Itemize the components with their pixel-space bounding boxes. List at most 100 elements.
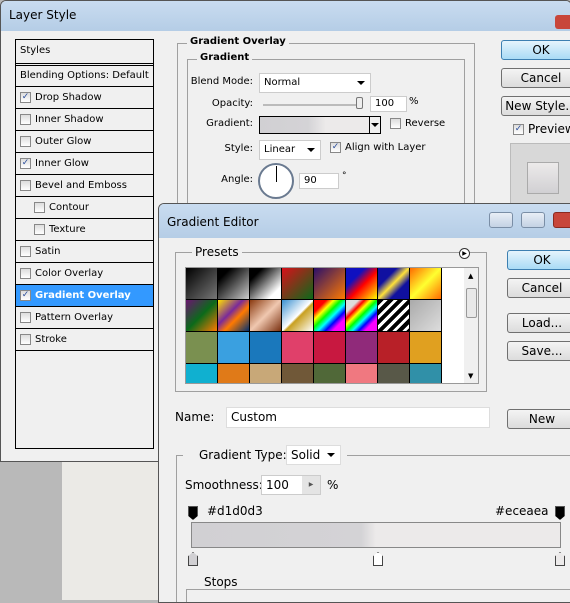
preset-swatch[interactable] <box>314 268 346 300</box>
preset-swatch[interactable] <box>186 268 218 300</box>
checkbox[interactable] <box>20 114 31 125</box>
preset-swatch[interactable] <box>186 300 218 332</box>
reverse-checkbox[interactable]: Reverse <box>390 118 445 129</box>
checkbox[interactable] <box>34 202 45 213</box>
maximize-button[interactable] <box>521 212 545 228</box>
styles-header[interactable]: Styles <box>20 45 50 56</box>
style-value: Linear <box>264 144 296 155</box>
preset-swatch[interactable] <box>218 332 250 364</box>
style-item-label: Texture <box>49 224 86 235</box>
preset-swatch[interactable] <box>250 268 282 300</box>
presets-menu-icon[interactable]: ▶ <box>459 248 470 259</box>
preset-swatch[interactable] <box>218 300 250 332</box>
style-item-label: Contour <box>49 202 89 213</box>
gradient-picker[interactable] <box>259 116 381 134</box>
preset-swatch[interactable] <box>218 268 250 300</box>
style-item-stroke[interactable]: Stroke <box>16 328 153 350</box>
preset-swatch[interactable] <box>250 300 282 332</box>
preset-swatch[interactable] <box>410 332 442 364</box>
style-item-outer-glow[interactable]: Outer Glow <box>16 130 153 152</box>
style-item-texture[interactable]: Texture <box>16 218 153 240</box>
checkbox[interactable]: ✓ <box>20 290 31 301</box>
ok-button[interactable]: OK <box>507 250 570 270</box>
preset-swatch[interactable] <box>378 364 410 383</box>
preset-swatch[interactable] <box>378 268 410 300</box>
minimize-button[interactable] <box>489 212 513 228</box>
style-item-inner-shadow[interactable]: Inner Shadow <box>16 108 153 130</box>
smoothness-input[interactable]: 100 ▶ <box>261 475 321 495</box>
preset-swatch[interactable] <box>282 300 314 332</box>
opacity-unit: % <box>409 96 419 107</box>
save-button[interactable]: Save... <box>507 341 570 361</box>
checkbox[interactable] <box>34 224 45 235</box>
preset-swatch[interactable] <box>282 332 314 364</box>
preset-swatch[interactable] <box>346 268 378 300</box>
style-item-contour[interactable]: Contour <box>16 196 153 218</box>
angle-unit: ° <box>342 171 347 181</box>
angle-dial[interactable] <box>258 163 294 199</box>
preset-swatch[interactable] <box>346 300 378 332</box>
blending-options[interactable]: Blending Options: Default <box>20 70 149 81</box>
load-button[interactable]: Load... <box>507 313 570 333</box>
checkbox[interactable] <box>20 334 31 345</box>
preset-swatch[interactable] <box>314 332 346 364</box>
presets-scrollbar[interactable]: ▲ ▼ <box>464 268 478 383</box>
reverse-label: Reverse <box>405 118 446 129</box>
style-item-pattern-overlay[interactable]: Pattern Overlay <box>16 306 153 328</box>
styles-list: Styles Blending Options: Default ✓ Drop S… <box>15 39 154 449</box>
blend-mode-select[interactable]: Normal <box>259 73 371 93</box>
close-button[interactable] <box>553 212 570 228</box>
opacity-label: Opacity: <box>211 98 253 109</box>
preset-swatch[interactable] <box>410 364 442 383</box>
style-item-color-overlay[interactable]: Color Overlay <box>16 262 153 284</box>
style-item-gradient-overlay[interactable]: ✓ Gradient Overlay <box>16 284 153 306</box>
checkbox[interactable] <box>20 180 31 191</box>
align-checkbox[interactable]: ✓ Align with Layer <box>330 142 426 153</box>
gradient-bar[interactable] <box>191 522 561 548</box>
preset-swatch[interactable] <box>378 332 410 364</box>
opacity-slider[interactable] <box>263 104 363 106</box>
cancel-button[interactable]: Cancel <box>507 278 570 298</box>
checkbox[interactable]: ✓ <box>20 92 31 103</box>
style-item-drop-shadow[interactable]: ✓ Drop Shadow <box>16 86 153 108</box>
cancel-button[interactable]: Cancel <box>501 68 570 88</box>
preset-swatch[interactable] <box>282 364 314 383</box>
preset-swatch[interactable] <box>218 364 250 383</box>
preset-swatch[interactable] <box>346 364 378 383</box>
preset-swatch[interactable] <box>250 364 282 383</box>
scroll-up-icon[interactable]: ▲ <box>468 272 473 280</box>
ok-button[interactable]: OK <box>501 40 570 60</box>
preset-swatch[interactable] <box>250 332 282 364</box>
scroll-down-icon[interactable]: ▼ <box>468 372 473 380</box>
style-select[interactable]: Linear <box>259 140 321 160</box>
angle-input[interactable]: 90 <box>299 173 339 189</box>
preset-swatch[interactable] <box>314 364 346 383</box>
preset-swatch[interactable] <box>378 300 410 332</box>
preview-checkbox[interactable]: ✓Preview <box>513 122 570 136</box>
style-item-bevel-and-emboss[interactable]: Bevel and Emboss <box>16 174 153 196</box>
scroll-thumb[interactable] <box>466 288 477 318</box>
checkbox[interactable] <box>20 136 31 147</box>
style-item-inner-glow[interactable]: ✓ Inner Glow <box>16 152 153 174</box>
style-item-label: Stroke <box>35 334 67 345</box>
name-input[interactable]: Custom <box>226 407 490 428</box>
smoothness-stepper-icon[interactable]: ▶ <box>302 476 320 494</box>
preset-swatch[interactable] <box>314 300 346 332</box>
new-button[interactable]: New <box>507 409 570 429</box>
gradient-type-select[interactable]: Solid <box>286 445 341 465</box>
checkbox[interactable] <box>20 268 31 279</box>
opacity-slider-handle[interactable] <box>356 97 363 109</box>
preset-swatch[interactable] <box>186 332 218 364</box>
preset-swatch[interactable] <box>410 268 442 300</box>
new-style-button[interactable]: New Style... <box>501 96 570 116</box>
preset-swatch[interactable] <box>282 268 314 300</box>
checkbox[interactable] <box>20 246 31 257</box>
style-item-satin[interactable]: Satin <box>16 240 153 262</box>
preset-swatch[interactable] <box>410 300 442 332</box>
opacity-input[interactable]: 100 <box>370 96 407 112</box>
checkbox[interactable]: ✓ <box>20 158 31 169</box>
preset-swatch[interactable] <box>346 332 378 364</box>
preset-swatch[interactable] <box>186 364 218 383</box>
close-button[interactable] <box>555 15 570 29</box>
checkbox[interactable] <box>20 312 31 323</box>
